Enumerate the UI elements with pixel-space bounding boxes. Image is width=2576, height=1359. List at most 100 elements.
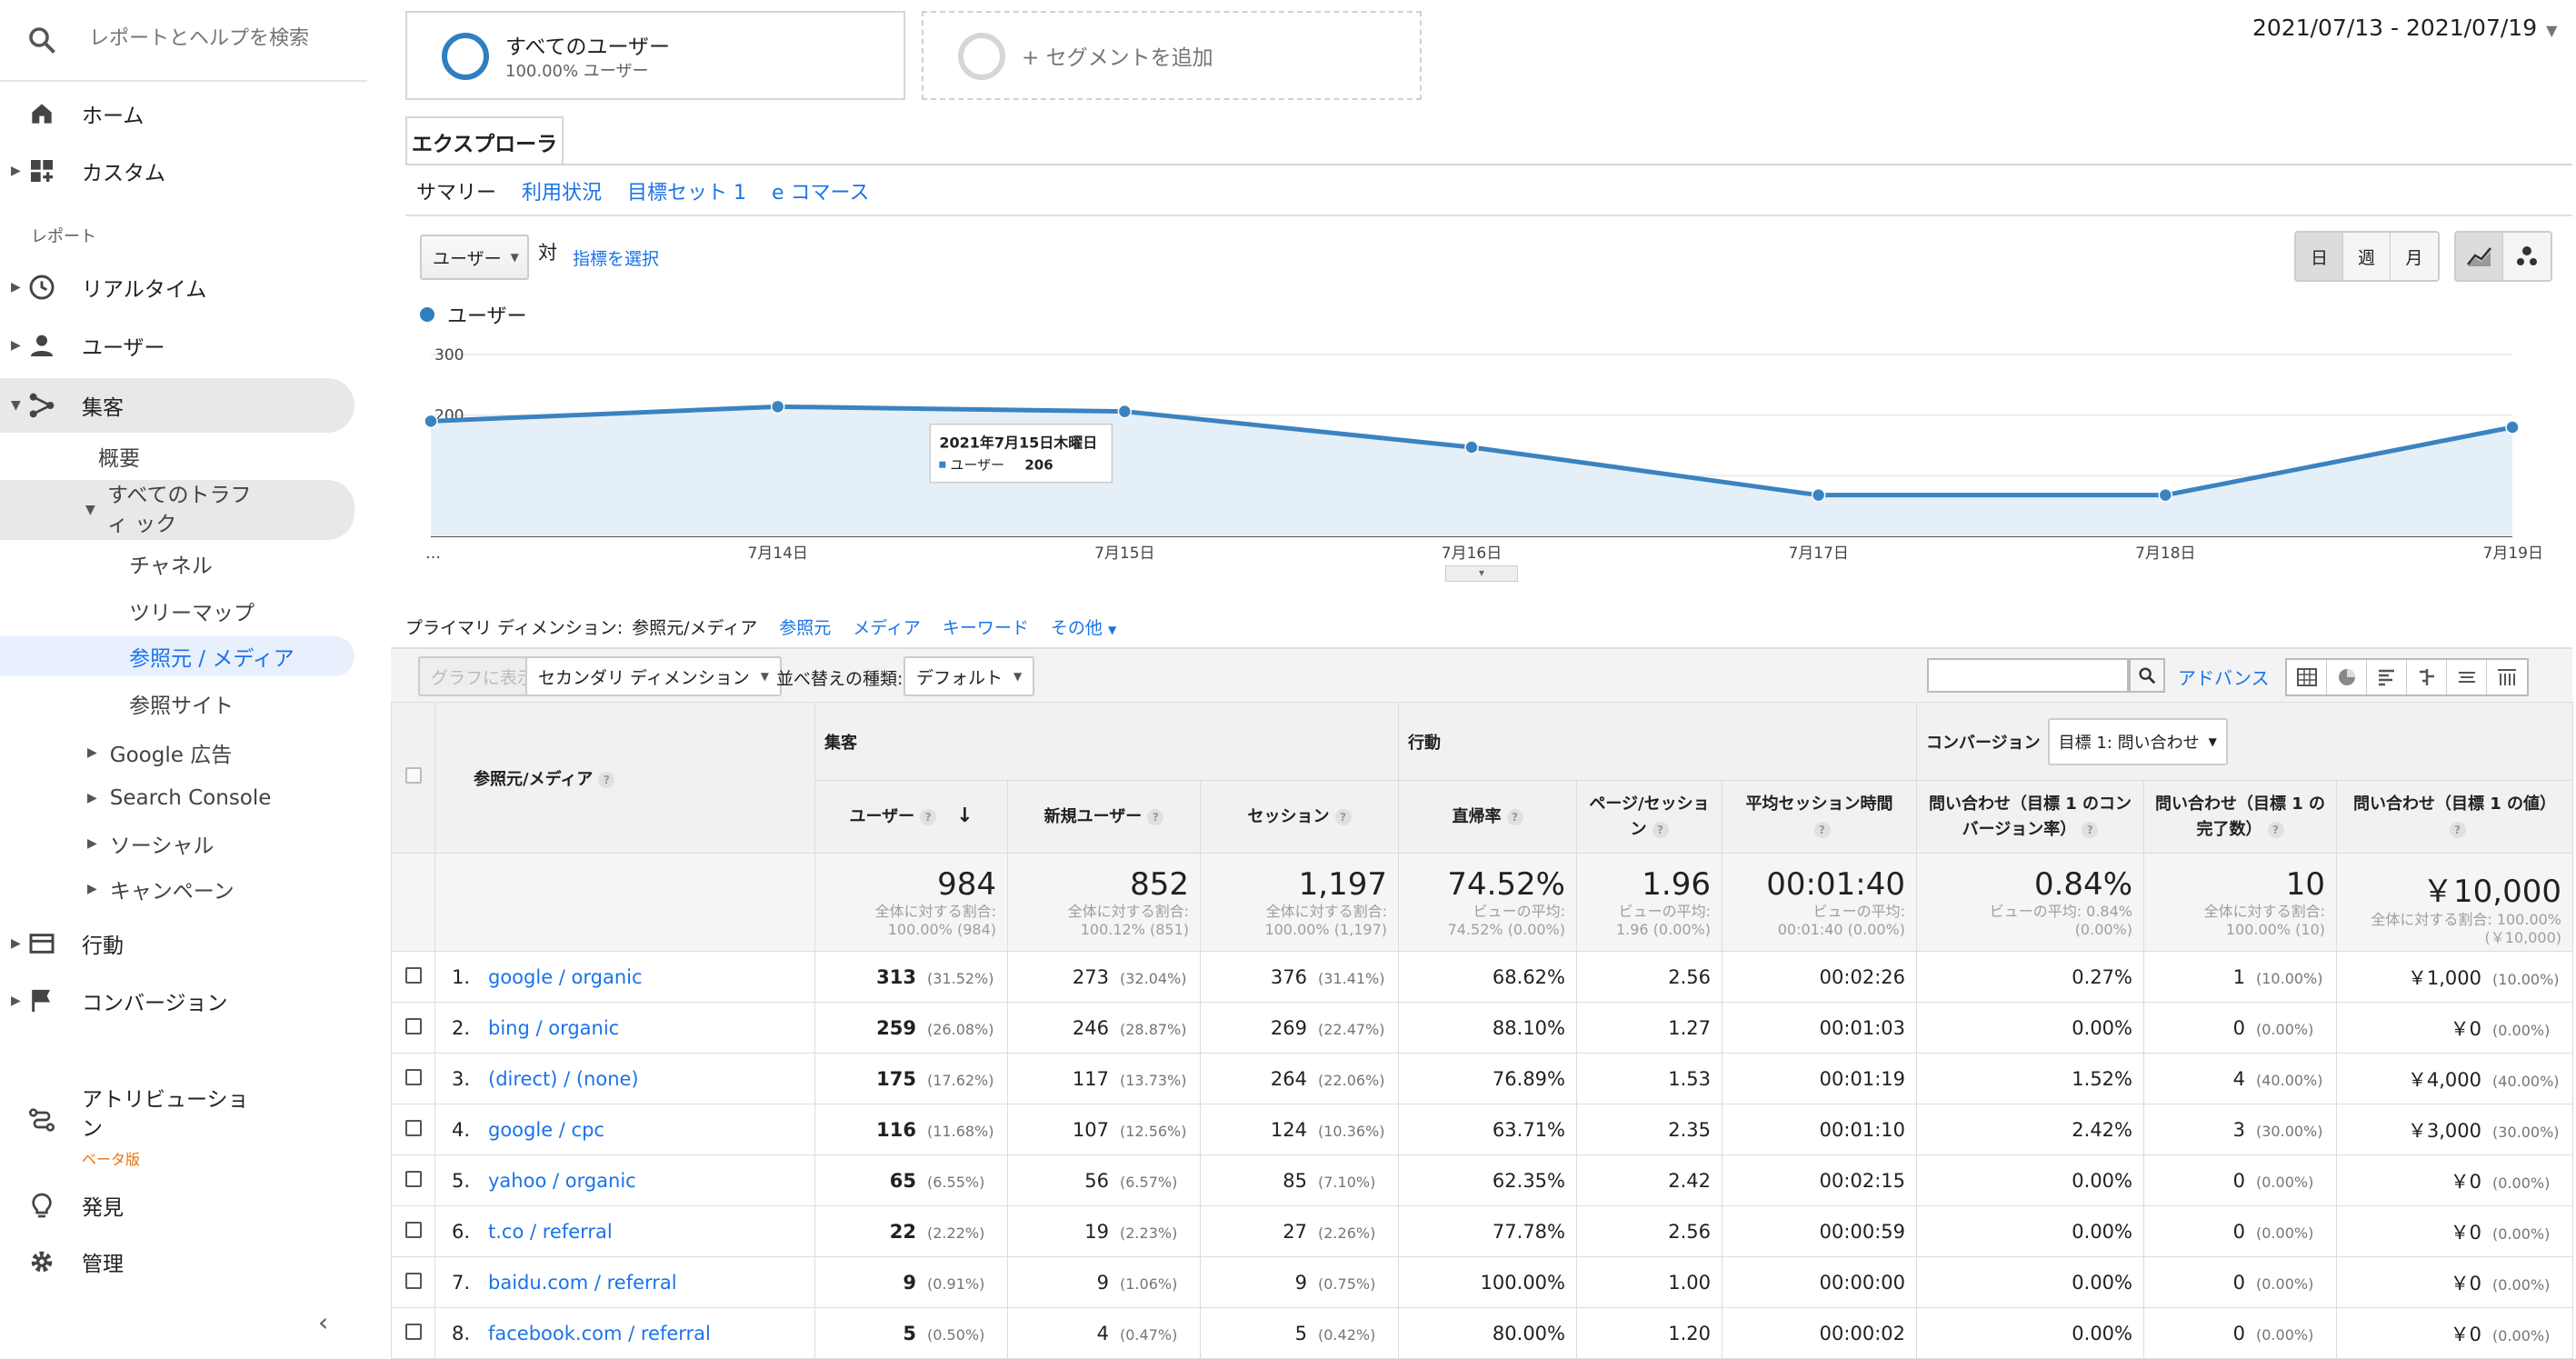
- col-header-sessions[interactable]: セッション?: [1200, 780, 1399, 854]
- sidebar-item-social[interactable]: ▶ ソーシャル: [87, 824, 214, 864]
- attribution-icon: [29, 1108, 55, 1132]
- collapse-sidebar-icon[interactable]: ‹: [318, 1307, 328, 1337]
- dimension-other[interactable]: その他 ▼: [1051, 615, 1116, 639]
- pie-view-icon[interactable]: [2327, 660, 2367, 694]
- choose-metric-link[interactable]: 指標を選択: [573, 245, 659, 270]
- help-icon[interactable]: ?: [2267, 821, 2284, 838]
- row-checkbox[interactable]: [404, 966, 422, 984]
- col-header-pages-per-session[interactable]: ページ/セッション?: [1576, 780, 1722, 854]
- line-chart-icon[interactable]: [2456, 233, 2503, 280]
- granularity-week-button[interactable]: 週: [2343, 233, 2391, 280]
- col-header-avg-session-duration[interactable]: 平均セッション時間?: [1722, 780, 1917, 854]
- table-search-input[interactable]: [1927, 658, 2129, 693]
- sidebar-item-search-console[interactable]: ▶ Search Console: [87, 778, 271, 818]
- pivot-view-icon[interactable]: [2487, 660, 2527, 694]
- sidebar-item-discover[interactable]: 発見: [0, 1180, 354, 1231]
- col-header-bounce-rate[interactable]: 直帰率?: [1398, 780, 1577, 854]
- sidebar-item-admin[interactable]: 管理: [0, 1236, 354, 1287]
- row-dimension-link[interactable]: (direct) / (none): [488, 1068, 639, 1090]
- sidebar-item-custom[interactable]: ▶ カスタム: [0, 145, 354, 196]
- segment-all-users[interactable]: すべてのユーザー 100.00% ユーザー: [405, 11, 905, 100]
- help-icon[interactable]: ?: [1652, 821, 1669, 838]
- date-range-picker[interactable]: 2021/07/13 - 2021/07/19 ▼: [2252, 15, 2557, 41]
- row-dimension-link[interactable]: bing / organic: [488, 1017, 619, 1039]
- table-search-button[interactable]: [2129, 658, 2165, 693]
- search-bar[interactable]: レポートとヘルプを検索: [0, 0, 367, 82]
- tab-explorer[interactable]: エクスプローラ: [405, 116, 564, 165]
- sidebar-item-audience[interactable]: ▶ ユーザー: [0, 320, 354, 371]
- row-checkbox[interactable]: [404, 1272, 422, 1289]
- help-icon[interactable]: ?: [1147, 808, 1164, 825]
- chart-resize-handle[interactable]: ▾: [1445, 565, 1518, 582]
- term-cloud-view-icon[interactable]: [2447, 660, 2487, 694]
- dim-header[interactable]: 参照元/メディア?: [434, 702, 815, 854]
- col-header-goal-completions[interactable]: 問い合わせ（目標 1 の完了数）?: [2143, 780, 2337, 854]
- help-icon[interactable]: ?: [1334, 808, 1352, 825]
- dimension-medium[interactable]: メディア: [853, 615, 921, 639]
- dimension-source[interactable]: 参照元: [779, 615, 831, 639]
- data-point[interactable]: [1811, 487, 1826, 503]
- subtab-site-usage[interactable]: 利用状況: [522, 176, 602, 205]
- select-all-checkbox[interactable]: [404, 767, 422, 784]
- sidebar-item-behavior[interactable]: ▶ 行動: [0, 918, 354, 969]
- col-header-goal-value[interactable]: 問い合わせ（目標 1 の値）?: [2335, 780, 2574, 854]
- sidebar-item-google-ads[interactable]: ▶ Google 広告: [87, 733, 232, 773]
- row-dimension-link[interactable]: google / organic: [488, 966, 643, 988]
- row-dimension-link[interactable]: yahoo / organic: [488, 1170, 636, 1192]
- row-checkbox[interactable]: [404, 1170, 422, 1187]
- sidebar-item-channels[interactable]: チャネル: [129, 544, 213, 584]
- metric-select[interactable]: ユーザー ▼: [420, 235, 529, 280]
- row-dimension-link[interactable]: facebook.com / referral: [488, 1323, 711, 1344]
- sidebar-item-home[interactable]: ホーム: [0, 88, 354, 139]
- help-icon[interactable]: ?: [920, 809, 937, 825]
- granularity-day-button[interactable]: 日: [2296, 233, 2343, 280]
- sidebar-item-conversions[interactable]: ▶ コンバージョン: [0, 975, 354, 1026]
- col-header-goal-conv-rate[interactable]: 問い合わせ（目標 1 のコンバージョン率）?: [1916, 780, 2144, 854]
- sidebar-item-realtime[interactable]: ▶ リアルタイム: [0, 262, 354, 313]
- data-point[interactable]: [2158, 487, 2173, 503]
- add-segment-button[interactable]: + セグメントを追加: [922, 11, 1422, 100]
- col-header-new-users[interactable]: 新規ユーザー?: [1007, 780, 1201, 854]
- data-point[interactable]: [1464, 440, 1479, 455]
- sidebar-item-referrals[interactable]: 参照サイト: [129, 684, 234, 724]
- help-icon[interactable]: ?: [2082, 821, 2099, 838]
- data-point[interactable]: [2505, 420, 2520, 435]
- subtab-summary[interactable]: サマリー: [416, 176, 496, 205]
- data-point[interactable]: [770, 399, 785, 415]
- row-dimension-link[interactable]: baidu.com / referral: [488, 1272, 677, 1294]
- help-icon[interactable]: ?: [1813, 821, 1831, 838]
- data-point[interactable]: [424, 414, 438, 429]
- secondary-dimension-select[interactable]: セカンダリ ディメンション ▼: [525, 656, 782, 696]
- performance-view-icon[interactable]: [2367, 660, 2407, 694]
- dimension-keyword[interactable]: キーワード: [943, 615, 1029, 639]
- row-dimension-link[interactable]: google / cpc: [488, 1119, 604, 1141]
- sidebar-item-attribution[interactable]: アトリビューショ ン: [0, 1084, 354, 1156]
- sidebar-item-source-medium[interactable]: 参照元 / メディア: [0, 636, 354, 676]
- motion-chart-icon[interactable]: [2503, 233, 2551, 280]
- col-header-users[interactable]: ユーザー? ↓: [814, 780, 1008, 854]
- sort-type-select[interactable]: デフォルト ▼: [904, 656, 1035, 696]
- data-view-icon[interactable]: [2287, 660, 2327, 694]
- advanced-filter-link[interactable]: アドバンス: [2178, 664, 2270, 690]
- sidebar-item-all-traffic[interactable]: ▼ すべてのトラフィ ック: [0, 480, 354, 540]
- granularity-month-button[interactable]: 月: [2391, 233, 2438, 280]
- row-checkbox[interactable]: [404, 1068, 422, 1085]
- row-checkbox[interactable]: [404, 1323, 422, 1340]
- sidebar-item-acquisition[interactable]: ▼ 集客: [0, 378, 354, 433]
- subtab-ecommerce[interactable]: e コマース: [772, 176, 869, 205]
- sidebar-item-treemaps[interactable]: ツリーマップ: [129, 591, 255, 631]
- row-checkbox[interactable]: [404, 1119, 422, 1136]
- help-icon[interactable]: ?: [1506, 808, 1523, 825]
- sidebar-item-acq-overview[interactable]: 概要: [98, 436, 140, 476]
- help-icon[interactable]: ?: [2449, 821, 2466, 838]
- row-dimension-link[interactable]: t.co / referral: [488, 1221, 613, 1243]
- subtab-goal-set-1[interactable]: 目標セット 1: [627, 176, 746, 205]
- row-checkbox[interactable]: [404, 1221, 422, 1238]
- data-point[interactable]: [1117, 404, 1133, 419]
- row-checkbox[interactable]: [404, 1017, 422, 1034]
- sort-desc-icon[interactable]: ↓: [956, 804, 973, 827]
- goal-select[interactable]: 目標 1: 問い合わせ ▼: [2047, 717, 2228, 765]
- comparison-view-icon[interactable]: [2407, 660, 2447, 694]
- help-icon[interactable]: ?: [598, 771, 615, 788]
- sidebar-item-campaigns[interactable]: ▶ キャンペーン: [87, 869, 235, 909]
